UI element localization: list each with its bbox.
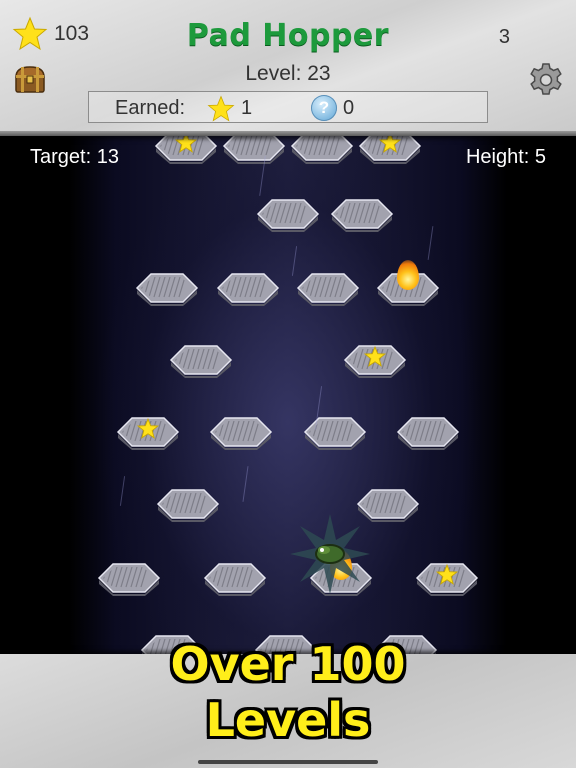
target-label: Target: 13 — [30, 146, 119, 168]
starred-hex-pad[interactable] — [116, 416, 180, 450]
hint-orb-icon: ? — [311, 95, 337, 121]
starred-hex-pad[interactable] — [154, 136, 218, 164]
star-icon — [207, 95, 235, 122]
hex-pad[interactable] — [169, 344, 233, 378]
hex-pad[interactable] — [303, 416, 367, 450]
earned-panel: Earned: 1 ? 0 — [88, 91, 488, 123]
hex-pad[interactable] — [222, 136, 286, 164]
hex-pad[interactable] — [203, 562, 267, 596]
hex-pad[interactable] — [296, 272, 360, 306]
gear-icon[interactable] — [528, 62, 564, 98]
promo-line-1: Over 100 — [170, 637, 406, 691]
starred-hex-pad[interactable] — [343, 344, 407, 378]
top-bar: 103 Pad Hopper 3 Level: 23 Earned: 1 ? 0 — [0, 0, 576, 136]
hex-pad[interactable] — [156, 488, 220, 522]
right-counter: 3 — [498, 26, 510, 48]
app-title: Pad Hopper — [186, 18, 390, 53]
hex-pad[interactable] — [256, 198, 320, 232]
earned-label: Earned: — [115, 97, 186, 119]
home-indicator[interactable] — [198, 760, 378, 764]
player-frog-icon — [290, 514, 370, 594]
height-label: Height: 5 — [465, 146, 546, 168]
promo-line-2: Levels — [205, 693, 371, 747]
fireball-icon — [397, 260, 419, 290]
level-label: Level: 23 — [245, 62, 331, 85]
hex-pad[interactable] — [330, 198, 394, 232]
starred-hex-pad[interactable] — [358, 136, 422, 164]
hex-pad[interactable] — [290, 136, 354, 164]
hex-pad[interactable] — [209, 416, 273, 450]
game-field[interactable]: Target: 13 Height: 5 — [0, 136, 576, 656]
hex-pad[interactable] — [135, 272, 199, 306]
hex-pad[interactable] — [216, 272, 280, 306]
hex-pad[interactable] — [396, 416, 460, 450]
earned-hints-count: 0 — [343, 97, 355, 119]
hex-pad[interactable] — [97, 562, 161, 596]
starred-hex-pad[interactable] — [415, 562, 479, 596]
earned-stars-count: 1 — [241, 97, 253, 119]
